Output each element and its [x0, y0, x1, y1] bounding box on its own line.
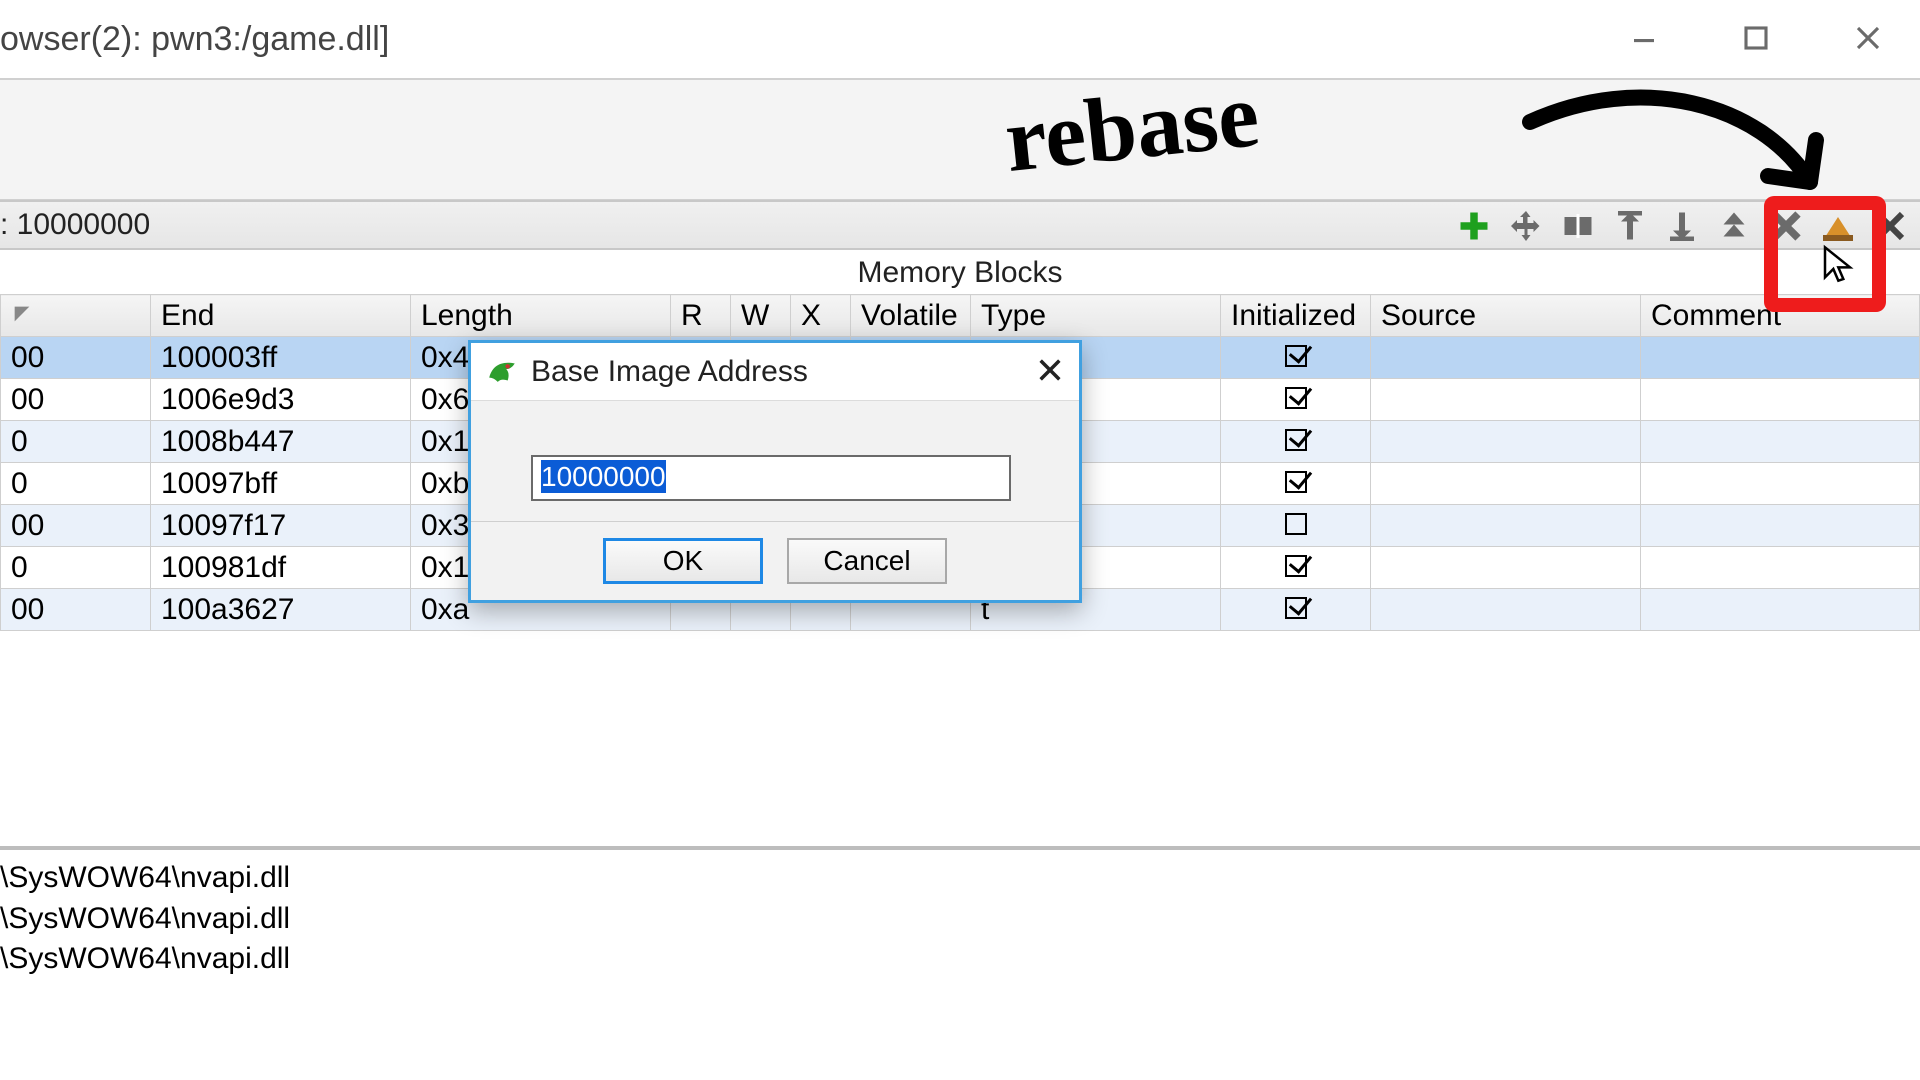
col-volatile[interactable]: Volatile — [851, 295, 971, 337]
initialized-checkbox[interactable] — [1285, 429, 1307, 451]
add-icon[interactable] — [1454, 206, 1494, 246]
console-line: \SysWOW64\nvapi.dll — [0, 858, 1920, 899]
memory-blocks-heading: Memory Blocks — [0, 250, 1920, 294]
initialized-checkbox[interactable] — [1285, 345, 1307, 367]
sort-icon — [11, 299, 33, 332]
minimize-button[interactable] — [1616, 18, 1672, 58]
initialized-checkbox[interactable] — [1285, 471, 1307, 493]
cancel-button[interactable]: Cancel — [787, 538, 947, 584]
base-image-address-dialog: Base Image Address 10000000 OK Cancel — [468, 340, 1082, 603]
console-output: \SysWOW64\nvapi.dll\SysWOW64\nvapi.dll\S… — [0, 850, 1920, 980]
initialized-checkbox[interactable] — [1285, 597, 1307, 619]
dialog-titlebar[interactable]: Base Image Address — [471, 343, 1079, 401]
ghidra-icon — [485, 355, 519, 389]
initialized-checkbox[interactable] — [1285, 387, 1307, 409]
window-title: owser(2): pwn3:/game.dll] — [0, 20, 389, 59]
table-header-row: End Length R W X Volatile Type Initializ… — [1, 295, 1920, 337]
close-window-button[interactable] — [1840, 18, 1896, 58]
mouse-cursor-icon — [1820, 244, 1860, 284]
dialog-title-text: Base Image Address — [531, 355, 808, 389]
col-x[interactable]: X — [791, 295, 851, 337]
maximize-button[interactable] — [1728, 18, 1784, 58]
col-length[interactable]: Length — [411, 295, 671, 337]
window-controls — [1616, 18, 1896, 58]
col-w[interactable]: W — [731, 295, 791, 337]
col-source[interactable]: Source — [1371, 295, 1641, 337]
dialog-close-button[interactable] — [1033, 353, 1067, 387]
image-base-label: : 10000000 — [0, 208, 150, 242]
console-line: \SysWOW64\nvapi.dll — [0, 899, 1920, 940]
initialized-checkbox[interactable] — [1285, 555, 1307, 577]
ok-button[interactable]: OK — [603, 538, 763, 584]
window-titlebar: owser(2): pwn3:/game.dll] — [0, 0, 1920, 80]
console-line: \SysWOW64\nvapi.dll — [0, 939, 1920, 980]
col-type[interactable]: Type — [971, 295, 1221, 337]
col-initialized[interactable]: Initialized — [1221, 295, 1371, 337]
initialized-checkbox[interactable] — [1285, 513, 1307, 535]
base-address-input[interactable]: 10000000 — [531, 455, 1011, 501]
col-end[interactable]: End — [151, 295, 411, 337]
col-r[interactable]: R — [671, 295, 731, 337]
col-start[interactable] — [1, 295, 151, 337]
